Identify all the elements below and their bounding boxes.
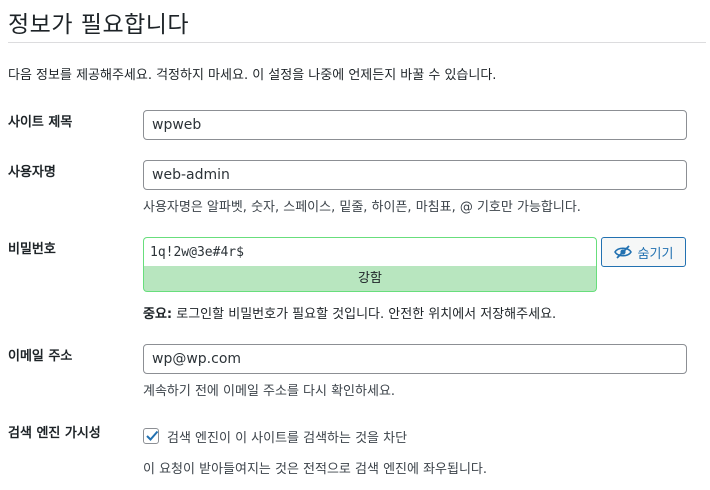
divider: [8, 42, 706, 43]
search-visibility-checkbox-label[interactable]: 검색 엔진이 이 사이트를 검색하는 것을 차단: [167, 427, 407, 446]
password-strength-indicator: 강함: [143, 266, 597, 292]
search-visibility-label: 검색 엔진 가시성: [8, 426, 101, 441]
password-note-strong: 중요:: [143, 307, 173, 322]
intro-text: 다음 정보를 제공해주세요. 걱정하지 마세요. 이 설정을 나중에 언제든지 …: [8, 68, 497, 83]
eye-slash-icon: [613, 245, 632, 259]
site-title-input[interactable]: [143, 110, 687, 140]
site-title-label: 사이트 제목: [8, 115, 73, 130]
email-label: 이메일 주소: [8, 349, 73, 364]
hide-password-button[interactable]: 숨기기: [601, 237, 686, 267]
password-input[interactable]: [143, 237, 597, 267]
password-label: 비밀번호: [8, 242, 56, 257]
username-label: 사용자명: [8, 165, 56, 180]
email-description: 계속하기 전에 이메일 주소를 다시 확인하세요.: [143, 384, 396, 399]
hide-password-label: 숨기기: [637, 246, 674, 262]
search-visibility-description: 이 요청이 받아들여지는 것은 전적으로 검색 엔진에 좌우됩니다.: [143, 462, 488, 477]
email-input[interactable]: [143, 344, 687, 374]
password-note-text: 로그인할 비밀번호가 필요할 것입니다. 안전한 위치에서 저장해주세요.: [172, 307, 557, 322]
password-note: 중요: 로그인할 비밀번호가 필요할 것입니다. 안전한 위치에서 저장해주세요…: [143, 303, 556, 322]
username-description: 사용자명은 알파벳, 숫자, 스페이스, 밑줄, 하이픈, 마침표, @ 기호만…: [143, 200, 581, 215]
username-input[interactable]: [143, 160, 687, 190]
search-visibility-checkbox[interactable]: [143, 428, 159, 444]
page-title: 정보가 필요합니다: [8, 12, 190, 38]
